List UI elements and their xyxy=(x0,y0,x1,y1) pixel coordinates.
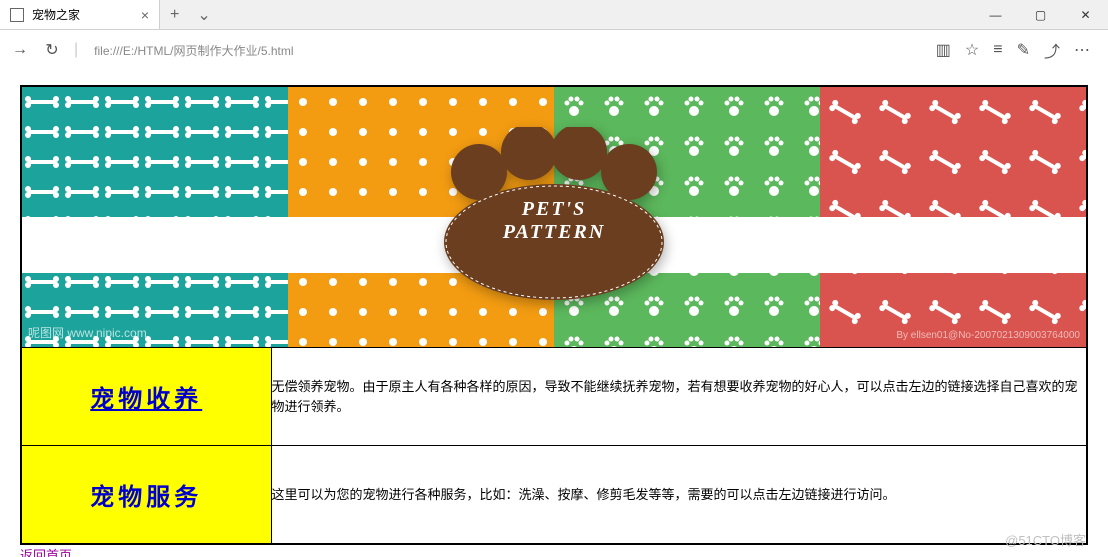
favorite-icon[interactable]: ☆ xyxy=(965,40,979,60)
browser-tab[interactable]: 宠物之家 × xyxy=(0,0,160,29)
page-watermark: @51CTO博客 xyxy=(1005,530,1086,549)
close-window-button[interactable]: ✕ xyxy=(1063,0,1108,30)
maximize-button[interactable]: ▢ xyxy=(1018,0,1063,30)
paw-badge: PET'S PATTERN xyxy=(404,127,704,307)
forward-button[interactable]: → xyxy=(10,41,30,59)
badge-line1: PET'S xyxy=(503,198,606,221)
more-icon[interactable]: ⋯ xyxy=(1074,40,1090,60)
service-link[interactable]: 宠物服务 xyxy=(90,484,202,511)
page-content: PET'S PATTERN 呢图网 www.nipic.com By ellse… xyxy=(0,70,1108,557)
back-home-link[interactable]: 返回首页 xyxy=(20,548,72,557)
tab-chevron-icon[interactable]: ⌄ xyxy=(189,5,218,25)
tab-bar: 宠物之家 × + ⌄ — ▢ ✕ xyxy=(0,0,1108,30)
service-description: 这里可以为您的宠物进行各种服务，比如：洗澡、按摩、修剪毛发等等，需要的可以点击左… xyxy=(271,446,1087,544)
url-separator: | xyxy=(74,41,78,59)
reading-view-icon[interactable]: ▥ xyxy=(936,40,951,60)
banner-watermark-right: By ellsen01@No-2007021309003764000 xyxy=(896,330,1080,341)
adopt-link[interactable]: 宠物收养 xyxy=(90,386,202,413)
page-icon xyxy=(10,8,24,22)
adopt-description: 无偿领养宠物。由于原主人有各种各样的原因，导致不能继续抚养宠物，若有想要收养宠物… xyxy=(271,348,1087,446)
close-tab-icon[interactable]: × xyxy=(141,7,149,23)
main-table: PET'S PATTERN 呢图网 www.nipic.com By ellse… xyxy=(20,85,1088,545)
hub-icon[interactable]: ≡ xyxy=(993,41,1002,59)
notes-icon[interactable]: ✎ xyxy=(1017,40,1030,60)
tab-title: 宠物之家 xyxy=(32,6,80,23)
service-link-cell: 宠物服务 xyxy=(21,446,271,544)
url-input[interactable] xyxy=(90,39,924,61)
address-bar: → ↻ | ▥ ☆ ≡ ✎ ⤴ ⋯ xyxy=(0,30,1108,70)
new-tab-button[interactable]: + xyxy=(160,6,189,24)
badge-line2: PATTERN xyxy=(503,221,606,244)
adopt-link-cell: 宠物收养 xyxy=(21,348,271,446)
share-icon[interactable]: ⤴ xyxy=(1044,38,1060,62)
banner-watermark-left: 呢图网 www.nipic.com xyxy=(28,324,147,341)
banner-cell: PET'S PATTERN 呢图网 www.nipic.com By ellse… xyxy=(21,86,1087,348)
refresh-button[interactable]: ↻ xyxy=(42,40,62,60)
minimize-button[interactable]: — xyxy=(973,0,1018,30)
